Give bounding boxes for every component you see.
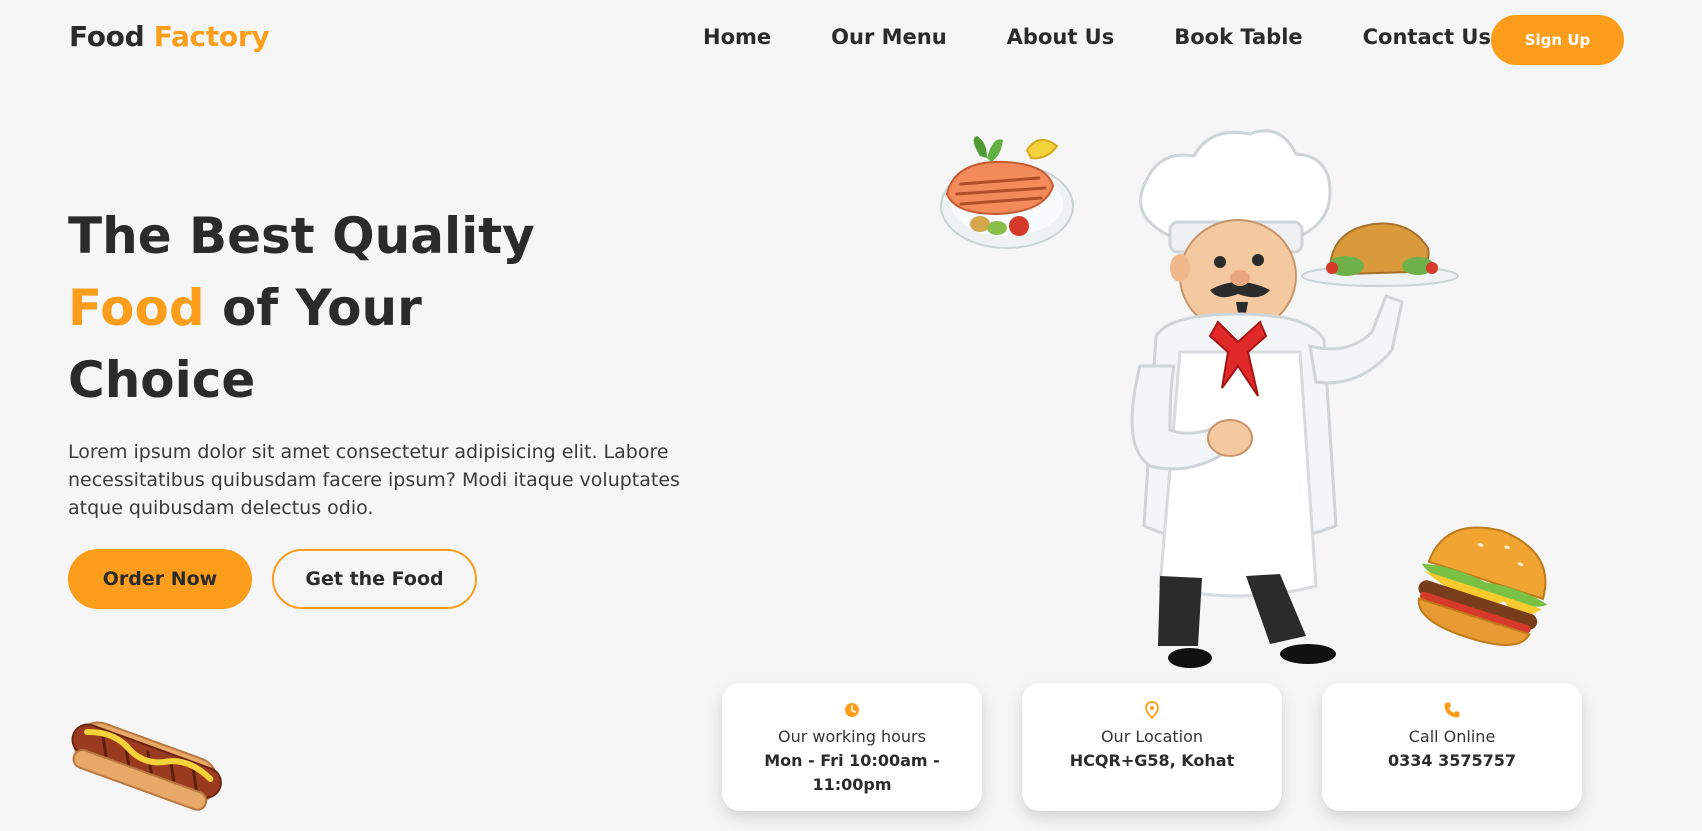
info-card-location: Our Location HCQR+G58, Kohat (1022, 683, 1282, 811)
nav-home[interactable]: Home (703, 20, 771, 54)
hotdog-illustration (71, 721, 222, 811)
get-the-food-button[interactable]: Get the Food (272, 549, 477, 609)
info-card-call: Call Online 0334 3575757 (1322, 683, 1582, 811)
hero-title-accent: Food (68, 279, 205, 337)
info-card-working-hours: Our working hours Mon - Fri 10:00am - 11… (722, 683, 982, 811)
location-label: Our Location (1100, 727, 1204, 746)
hero-title: The Best Quality Food of Your Choice (68, 200, 628, 416)
hero-title-line3: Choice (68, 351, 256, 409)
brand-logo[interactable]: Food Factory (69, 20, 270, 53)
hero-title-line2: of Your (204, 279, 422, 337)
hero-description: Lorem ipsum dolor sit amet consectetur a… (68, 441, 680, 519)
burger-illustration (1417, 526, 1548, 647)
hero-title-line1: The Best Quality (68, 207, 535, 265)
main-nav: Home Our Menu About Us Book Table Contac… (703, 20, 1491, 54)
sign-up-button[interactable]: Sign Up (1491, 15, 1624, 65)
fish-plate-illustration (940, 136, 1074, 249)
phone-icon (1444, 702, 1460, 718)
call-value[interactable]: 0334 3575757 (1322, 749, 1582, 773)
nav-contact-us[interactable]: Contact Us (1363, 20, 1491, 54)
location-pin-icon (1145, 701, 1159, 719)
location-value: HCQR+G58, Kohat (1069, 751, 1235, 770)
brand-name-part2: Factory (153, 20, 270, 53)
working-hours-label: Our working hours (778, 727, 926, 746)
order-now-button[interactable]: Order Now (68, 549, 252, 609)
brand-name-part1: Food (69, 20, 145, 53)
nav-book-table[interactable]: Book Table (1174, 20, 1302, 54)
call-label: Call Online (1408, 727, 1496, 746)
nav-about-us[interactable]: About Us (1007, 20, 1115, 54)
nav-our-menu[interactable]: Our Menu (831, 20, 947, 54)
working-hours-value: Mon - Fri 10:00am - 11:00pm (764, 751, 940, 794)
clock-icon (845, 703, 859, 717)
